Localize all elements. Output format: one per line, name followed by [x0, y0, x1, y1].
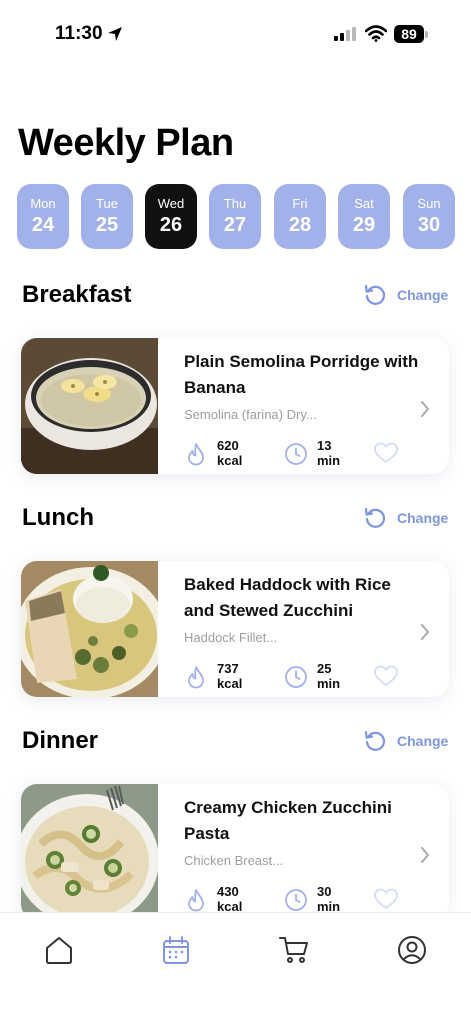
heart-icon[interactable] [373, 887, 399, 911]
meal-image-porridge [21, 338, 158, 474]
flame-icon [188, 889, 204, 912]
clock-icon [285, 666, 307, 688]
week-day-selector: Mon 24 Tue 25 Wed 26 Thu 27 Fri 28 Sat 2… [17, 184, 457, 250]
change-label: Change [397, 287, 449, 303]
time-stat: 30 min [317, 884, 340, 914]
refresh-icon [364, 507, 386, 528]
time-unit: min [317, 676, 341, 691]
day-fri[interactable]: Fri 28 [274, 184, 326, 249]
time-stat: 13 min [317, 438, 340, 468]
change-dinner-button[interactable]: Change [363, 728, 453, 754]
change-label: Change [397, 733, 449, 749]
change-breakfast-button[interactable]: Change [363, 282, 453, 308]
day-number: 28 [288, 214, 312, 236]
battery-indicator: 89 [394, 25, 424, 43]
chevron-right-icon [421, 847, 429, 863]
battery-tip [425, 31, 428, 38]
day-number: 29 [352, 214, 376, 236]
cart-icon[interactable] [279, 935, 309, 965]
wifi-icon [365, 25, 387, 42]
day-name: Fri [292, 196, 308, 211]
clock-icon [285, 889, 307, 911]
day-number: 27 [223, 214, 247, 236]
meal-card-dinner[interactable]: Creamy Chicken Zucchini Pasta Chicken Br… [21, 784, 449, 920]
calories-value: 430 [217, 884, 239, 899]
status-time: 11:30 [55, 23, 103, 44]
meal-title: Plain Semolina Porridge with Banana [184, 352, 419, 397]
day-name: Mon [30, 196, 56, 211]
day-number: 26 [159, 214, 183, 236]
day-number: 24 [31, 214, 55, 236]
meal-ingredients: Semolina (farina) Dry... [184, 407, 317, 422]
flame-icon [188, 443, 204, 466]
clock-icon [285, 443, 307, 465]
meal-title: Creamy Chicken Zucchini Pasta [184, 798, 392, 843]
meal-card-lunch[interactable]: Baked Haddock with Rice and Stewed Zucch… [21, 561, 449, 697]
chevron-right-icon [421, 401, 429, 417]
calories-value: 620 [217, 438, 239, 453]
day-number: 25 [95, 214, 119, 236]
flame-icon [188, 666, 204, 689]
day-mon[interactable]: Mon 24 [17, 184, 69, 249]
refresh-icon [364, 730, 386, 751]
day-wed[interactable]: Wed 26 [145, 184, 197, 249]
status-bar: 11:30 89 [0, 0, 471, 70]
meal-ingredients: Chicken Breast... [184, 853, 283, 868]
meal-image-haddock [21, 561, 158, 697]
heart-icon[interactable] [373, 664, 399, 688]
day-name: Thu [223, 196, 247, 211]
calendar-icon[interactable] [161, 935, 191, 965]
day-sun[interactable]: Sun 30 [403, 184, 455, 249]
meal-image-pasta [21, 784, 158, 920]
day-name: Sat [354, 196, 374, 211]
meal-card-breakfast[interactable]: Plain Semolina Porridge with Banana Semo… [21, 338, 449, 474]
calories-unit: kcal [217, 453, 243, 468]
time-value: 25 [317, 661, 332, 676]
day-number: 30 [417, 214, 441, 236]
calories-stat: 430 kcal [217, 884, 242, 914]
location-arrow-icon [108, 27, 122, 41]
section-title-breakfast: Breakfast [22, 281, 132, 308]
day-name: Sun [417, 196, 441, 211]
heart-icon[interactable] [373, 441, 399, 465]
meal-title: Baked Haddock with Rice and Stewed Zucch… [184, 575, 391, 620]
page-title: Weekly Plan [18, 122, 234, 164]
change-lunch-button[interactable]: Change [363, 505, 453, 531]
day-thu[interactable]: Thu 27 [209, 184, 261, 249]
calories-stat: 620 kcal [217, 438, 242, 468]
change-label: Change [397, 510, 449, 526]
time-unit: min [317, 453, 341, 468]
day-name: Tue [96, 196, 118, 211]
meal-ingredients: Haddock Fillet... [184, 630, 278, 645]
signal-icon [334, 27, 356, 41]
section-title-lunch: Lunch [22, 504, 94, 531]
profile-icon[interactable] [397, 935, 427, 965]
time-value: 30 [317, 884, 332, 899]
bottom-tab-bar [0, 912, 471, 1024]
refresh-icon [364, 284, 386, 305]
day-tue[interactable]: Tue 25 [81, 184, 133, 249]
chevron-right-icon [421, 624, 429, 640]
day-name: Wed [157, 196, 185, 211]
section-title-dinner: Dinner [22, 727, 99, 754]
calories-unit: kcal [217, 676, 243, 691]
time-stat: 25 min [317, 661, 340, 691]
home-icon[interactable] [44, 935, 74, 965]
calories-stat: 737 kcal [217, 661, 242, 691]
day-sat[interactable]: Sat 29 [338, 184, 390, 249]
calories-value: 737 [217, 661, 239, 676]
time-value: 13 [317, 438, 332, 453]
